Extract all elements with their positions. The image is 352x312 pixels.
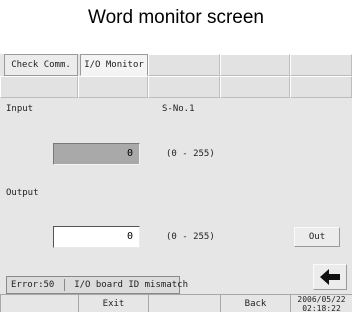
back-button[interactable]: Back (220, 294, 290, 312)
input-value-display: 0 (53, 143, 140, 165)
tab-check-comm[interactable]: Check Comm. (4, 54, 78, 76)
time-text: 02:18:22 (302, 304, 341, 312)
back-arrow-button[interactable] (313, 264, 347, 290)
tab-grid-cell (148, 76, 220, 98)
bottom-bar: Exit Back 2006/05/22 02:18:22 (0, 294, 352, 312)
datetime-display: 2006/05/22 02:18:22 (290, 294, 352, 312)
tab-grid: Check Comm. I/O Monitor (0, 54, 352, 98)
tab-grid-cell (220, 76, 290, 98)
tab-grid-cell (290, 54, 352, 76)
page-title: Word monitor screen (88, 7, 264, 28)
input-range: (0 - 255) (166, 149, 215, 159)
error-code: Error:50 (11, 280, 55, 290)
output-value-field[interactable]: 0 (53, 226, 140, 248)
tab-grid-cell (290, 76, 352, 98)
tab-io-monitor[interactable]: I/O Monitor (80, 54, 148, 76)
arrow-left-icon (320, 269, 340, 285)
date-text: 2006/05/22 (297, 295, 346, 304)
error-status-bar: Error:50 I/O board ID mismatch (6, 276, 188, 294)
out-button[interactable]: Out (294, 227, 340, 247)
hmi-screen: Check Comm. I/O Monitor Input S-No.1 0 (… (0, 54, 352, 312)
output-range: (0 - 255) (166, 232, 215, 242)
input-label: Input (6, 104, 34, 114)
output-label: Output (6, 188, 39, 198)
exit-button[interactable]: Exit (78, 294, 148, 312)
error-message: I/O board ID mismatch (74, 280, 188, 290)
tab-grid-cell (220, 54, 290, 76)
tab-grid-cell (148, 54, 220, 76)
bottom-empty-cell (0, 294, 78, 312)
tab-grid-cell (78, 76, 148, 98)
station-number: S-No.1 (162, 104, 195, 114)
tab-grid-cell (0, 76, 78, 98)
bottom-empty-cell (148, 294, 220, 312)
